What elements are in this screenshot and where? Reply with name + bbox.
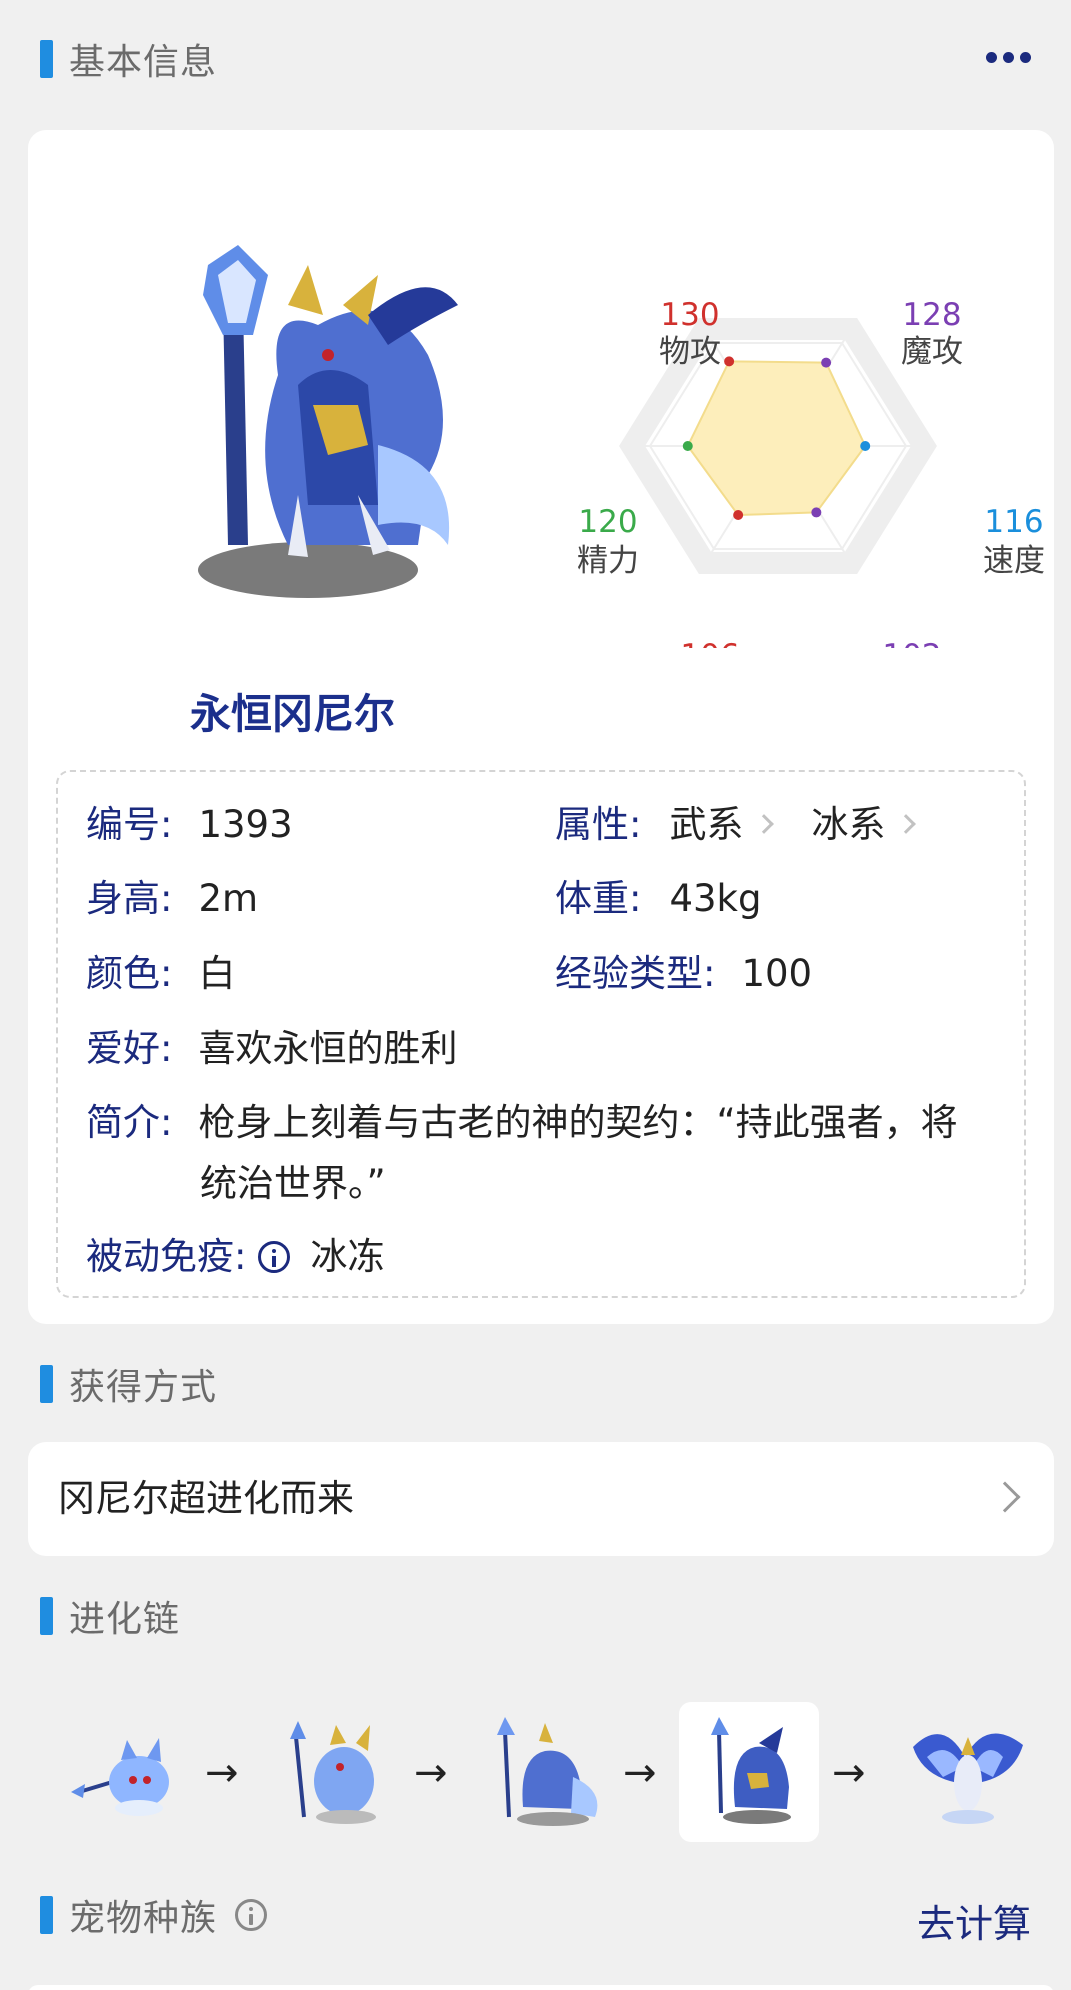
- arrow-right-icon: →: [414, 1750, 448, 1796]
- immunity-value: 冰冻: [310, 1235, 385, 1278]
- chevron-right-icon[interactable]: [754, 814, 775, 834]
- stat-label-精力: 精力: [577, 543, 639, 579]
- attribute-wu[interactable]: 武系: [669, 794, 743, 848]
- chevron-right-icon[interactable]: [896, 814, 917, 834]
- stat-value-魔防: 102: [882, 638, 941, 648]
- calculate-link[interactable]: 去计算: [917, 1893, 1031, 1948]
- number-label: 编号:: [86, 803, 173, 846]
- radar-point-魔攻: [821, 357, 832, 368]
- radar-point-物攻: [724, 356, 735, 367]
- radar-point-精力: [682, 441, 693, 451]
- evolution-stage-image: [71, 1738, 169, 1816]
- pet-name: 永恒冈尼尔: [190, 690, 395, 738]
- detail-row-color: 颜色: 白: [86, 943, 235, 997]
- evolution-stage-2[interactable]: [264, 1702, 404, 1842]
- more-options-icon[interactable]: [986, 52, 1031, 63]
- weight-label: 体重:: [555, 877, 642, 920]
- arrow-right-icon: →: [205, 1750, 239, 1796]
- detail-row-intro: 简介: 枪身上刻着与古老的神的契约：“持此强者，将: [86, 1092, 958, 1146]
- detail-row-intro-cont: 统治世界。”: [200, 1153, 386, 1207]
- hobby-label: 爱好:: [86, 1027, 173, 1070]
- evolution-stage-image: [497, 1717, 598, 1826]
- evolution-stage-image: [711, 1717, 791, 1824]
- stat-label-魔攻: 魔攻: [901, 334, 963, 370]
- detail-row-hobby: 爱好: 喜欢永恒的胜利: [86, 1018, 457, 1072]
- section-accent-bar: [40, 40, 53, 78]
- detail-row-number: 编号: 1393: [86, 794, 293, 848]
- intro-label: 简介:: [86, 1101, 173, 1144]
- info-icon[interactable]: [235, 1899, 268, 1931]
- immunity-label: 被动免疫:: [86, 1235, 247, 1278]
- arrow-right-icon: →: [623, 1750, 657, 1796]
- stat-value-物攻: 130: [660, 297, 719, 333]
- evolution-stage-5[interactable]: [898, 1702, 1038, 1842]
- detail-row-attribute: 属性: 武系 冰系: [555, 794, 953, 848]
- section-title: 进化链: [69, 1599, 181, 1640]
- number-value: 1393: [198, 803, 293, 846]
- stat-value-精力: 120: [578, 504, 637, 540]
- section-header-evolution: 进化链: [40, 1594, 180, 1640]
- section-title: 获得方式: [69, 1367, 218, 1408]
- weight-value: 43kg: [669, 877, 762, 920]
- radar-point-物防: [733, 510, 744, 521]
- exp-value: 100: [741, 952, 813, 995]
- evolution-stage-image: [290, 1721, 376, 1824]
- pet-portrait-image: [198, 245, 458, 598]
- evolution-stage-1[interactable]: [54, 1702, 194, 1842]
- arrow-right-icon: →: [832, 1750, 866, 1796]
- evolution-stage-4-current[interactable]: [679, 1702, 819, 1842]
- pet-details-box: 编号: 1393 属性: 武系 冰系 身高: 2m 体重: 43kg 颜色: 白…: [56, 770, 1026, 1298]
- stat-value-魔攻: 128: [902, 297, 961, 333]
- attribute-label: 属性:: [555, 803, 642, 846]
- chevron-right-icon: [989, 1481, 1021, 1513]
- section-title: 基本信息: [69, 42, 218, 83]
- race-card-partial: [28, 1985, 1054, 1990]
- height-label: 身高:: [86, 877, 173, 920]
- stats-radar-chart: 130 物攻 128 魔攻 116 速度 102 魔防 106 物防 120 精…: [577, 297, 1045, 648]
- hobby-value: 喜欢永恒的胜利: [198, 1027, 458, 1070]
- obtain-method-card[interactable]: 冈尼尔超进化而来: [28, 1442, 1054, 1556]
- intro-value-line2: 统治世界。”: [200, 1162, 386, 1205]
- stat-label-物攻: 物攻: [659, 334, 721, 370]
- basic-info-card: 130 物攻 128 魔攻 116 速度 102 魔防 106 物防 120 精…: [28, 130, 1054, 1324]
- attribute-bing[interactable]: 冰系: [811, 794, 885, 848]
- section-accent-bar: [40, 1597, 53, 1635]
- section-header-race: 宠物种族: [40, 1893, 268, 1939]
- evolution-stage-image: [913, 1733, 1023, 1824]
- section-header-basic-info: 基本信息: [40, 37, 217, 83]
- color-label: 颜色:: [86, 952, 173, 995]
- section-accent-bar: [40, 1896, 53, 1934]
- color-value: 白: [198, 952, 236, 995]
- evolution-stage-3[interactable]: [473, 1702, 613, 1842]
- detail-row-weight: 体重: 43kg: [555, 868, 761, 922]
- detail-row-exp: 经验类型: 100: [555, 943, 812, 997]
- radar-point-魔防: [811, 507, 822, 518]
- intro-value-line1: 枪身上刻着与古老的神的契约：“持此强者，将: [198, 1101, 958, 1144]
- stat-value-速度: 116: [984, 504, 1043, 540]
- height-value: 2m: [198, 877, 259, 920]
- section-title: 宠物种族: [69, 1898, 218, 1939]
- exp-label: 经验类型:: [555, 952, 716, 995]
- obtain-method-text: 冈尼尔超进化而来: [58, 1477, 354, 1520]
- stat-label-速度: 速度: [983, 543, 1045, 579]
- detail-row-height: 身高: 2m: [86, 868, 258, 922]
- stat-value-物防: 106: [680, 638, 739, 648]
- section-header-obtain: 获得方式: [40, 1362, 217, 1408]
- info-icon[interactable]: [258, 1241, 291, 1273]
- detail-row-immunity: 被动免疫: 冰冻: [86, 1226, 384, 1280]
- radar-point-速度: [860, 441, 871, 451]
- section-accent-bar: [40, 1365, 53, 1403]
